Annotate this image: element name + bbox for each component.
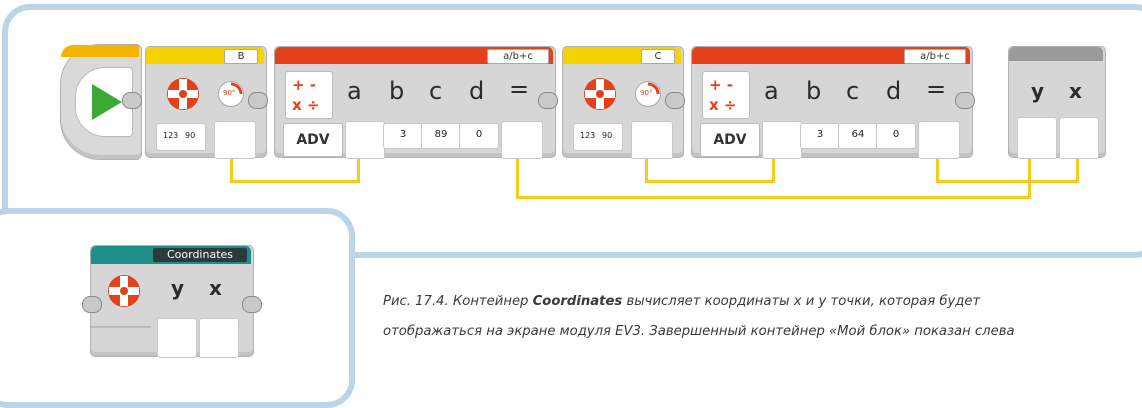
sequence-port[interactable] — [955, 92, 975, 109]
sequence-port[interactable] — [242, 296, 262, 313]
output-plug[interactable] — [631, 121, 673, 159]
data-wire — [357, 155, 360, 182]
sequence-port[interactable] — [82, 296, 102, 313]
data-wire — [1076, 155, 1079, 182]
caption-prefix: Рис. 17.4. Контейнер — [383, 294, 533, 309]
input-c-value: 64 — [851, 129, 865, 140]
output-x-plug[interactable] — [1059, 117, 1099, 159]
mode-selector[interactable]: 123 90 — [156, 123, 206, 151]
times-divide-icon: x ÷ — [292, 96, 320, 114]
input-label-d: d — [469, 77, 485, 105]
input-c-value: 89 — [434, 129, 448, 140]
my-block-output-x-plug[interactable] — [199, 318, 239, 358]
input-c-field[interactable]: 64 — [838, 123, 878, 149]
ruler-angle: 90 — [185, 131, 196, 140]
output-y-plug[interactable] — [1017, 117, 1057, 159]
data-wire — [230, 180, 360, 183]
output-plug[interactable] — [214, 121, 256, 159]
my-block-output-y-label: y — [171, 276, 185, 300]
motor-rotation-icon — [167, 78, 199, 110]
my-block-title: Coordinates — [153, 248, 247, 262]
data-wire — [516, 155, 519, 198]
motor-rotation-icon — [584, 78, 616, 110]
data-wire — [645, 180, 775, 183]
port-label: B — [224, 49, 258, 64]
sequence-port[interactable] — [248, 92, 268, 109]
input-d-value: 0 — [475, 129, 483, 140]
result-output-plug[interactable] — [501, 121, 543, 159]
my-block-output-y-plug[interactable] — [157, 318, 197, 358]
input-d-value: 0 — [892, 129, 900, 140]
data-wire — [1028, 155, 1031, 198]
divider — [91, 326, 151, 328]
start-block-header — [61, 45, 139, 57]
sequence-port[interactable] — [665, 92, 685, 109]
adv-mode-button[interactable]: ADV — [700, 123, 760, 157]
input-b-value: 3 — [399, 129, 407, 140]
plus-minus-icon: + - — [292, 76, 317, 94]
math-mode-label: a/b+c — [487, 49, 549, 64]
input-b-value: 3 — [816, 129, 824, 140]
sequence-port[interactable] — [122, 92, 142, 109]
figure-caption-line-2: отображаться на экране модуля EV3. Завер… — [383, 324, 1015, 339]
figure-caption-line-1: Рис. 17.4. Контейнер Coordinates вычисля… — [383, 288, 980, 315]
my-block-output-x-label: x — [209, 276, 222, 300]
input-b-field[interactable]: 3 — [383, 123, 423, 149]
input-c-field[interactable]: 89 — [421, 123, 461, 149]
input-label-d: d — [886, 77, 902, 105]
data-wire — [772, 155, 775, 182]
data-wire — [645, 155, 648, 182]
data-wire — [936, 155, 939, 182]
ruler-label: 123 — [163, 131, 179, 140]
my-block-coordinates[interactable]: Coordinates y x — [90, 245, 254, 358]
input-label-c: c — [846, 77, 860, 105]
adv-mode-button[interactable]: ADV — [283, 123, 343, 157]
angle-label: 90° — [640, 89, 653, 97]
my-block-outputs[interactable]: y x — [1008, 46, 1106, 159]
math-block[interactable]: a/b+c + - x ÷ a b c d = ADV 3 89 0 — [274, 46, 556, 159]
sequence-port[interactable] — [538, 92, 558, 109]
plus-minus-icon: + - — [709, 76, 734, 94]
ruler-angle: 90 — [602, 131, 613, 140]
math-mode-label: a/b+c — [904, 49, 966, 64]
my-block-outputs-header — [1009, 47, 1103, 61]
data-wire — [516, 196, 1031, 199]
motor-rotation-icon — [108, 275, 140, 307]
times-divide-icon: x ÷ — [709, 96, 737, 114]
output-label-y: y — [1031, 79, 1045, 103]
angle-label: 90° — [223, 89, 236, 97]
data-wire — [230, 155, 233, 182]
output-label-x: x — [1069, 79, 1082, 103]
input-label-c: c — [429, 77, 443, 105]
caption-suffix: вычисляет координаты x и y точки, котора… — [622, 294, 981, 309]
input-label-b: b — [806, 77, 822, 105]
input-d-field[interactable]: 0 — [876, 123, 916, 149]
math-block[interactable]: a/b+c + - x ÷ a b c d = ADV 3 64 0 — [691, 46, 973, 159]
caption-bold: Coordinates — [532, 294, 623, 309]
ruler-label: 123 — [580, 131, 596, 140]
input-label-b: b — [389, 77, 405, 105]
mode-selector[interactable]: 123 90 — [573, 123, 623, 151]
math-block-header: a/b+c — [275, 47, 553, 64]
equals-label: = — [509, 75, 530, 103]
input-a-plug[interactable] — [345, 121, 385, 159]
my-block-header: Coordinates — [91, 246, 251, 264]
input-a-plug[interactable] — [762, 121, 802, 159]
port-label: C — [641, 49, 675, 64]
angle-gauge-icon: 90° — [635, 81, 661, 107]
math-block-header: a/b+c — [692, 47, 970, 64]
motor-block-header: C — [563, 47, 681, 64]
input-b-field[interactable]: 3 — [800, 123, 840, 149]
data-wire — [936, 180, 1079, 183]
math-operators-icon: + - x ÷ — [702, 71, 750, 119]
motor-block-header: B — [146, 47, 264, 64]
angle-gauge-icon: 90° — [218, 81, 244, 107]
input-label-a: a — [347, 77, 362, 105]
math-operators-icon: + - x ÷ — [285, 71, 333, 119]
input-d-field[interactable]: 0 — [459, 123, 499, 149]
result-output-plug[interactable] — [918, 121, 960, 159]
equals-label: = — [926, 75, 947, 103]
input-label-a: a — [764, 77, 779, 105]
